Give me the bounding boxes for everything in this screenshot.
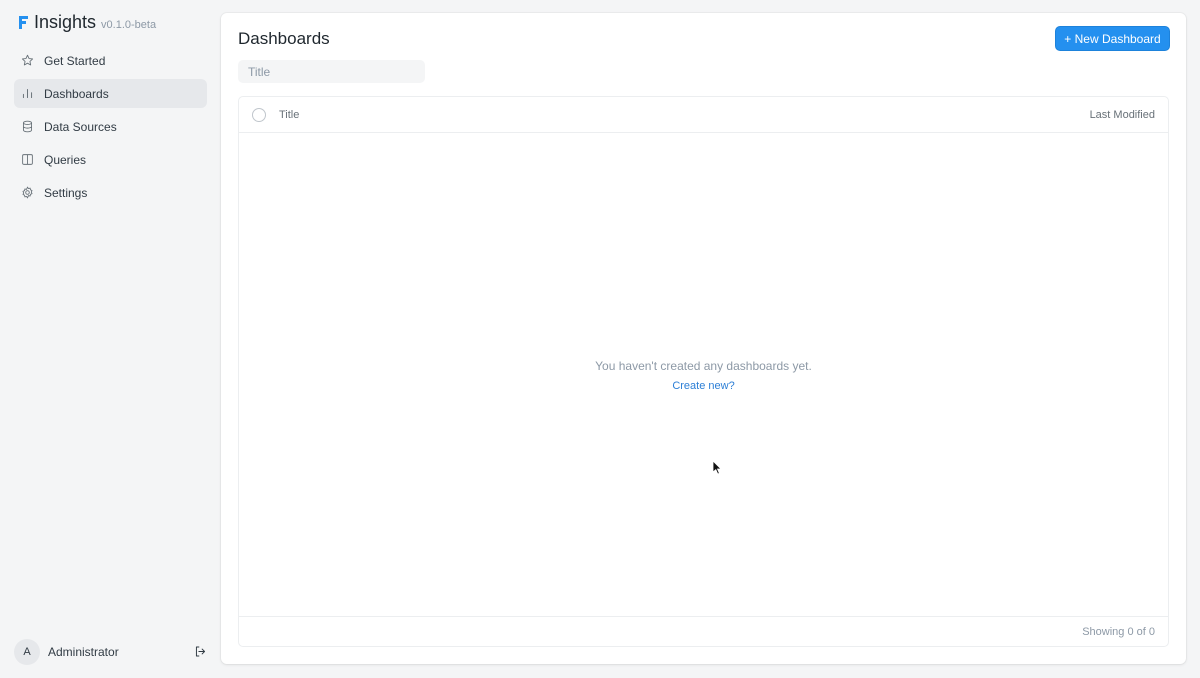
brand-version: v0.1.0-beta <box>101 19 157 31</box>
sidebar-item-label: Dashboards <box>44 86 109 101</box>
sidebar-item-label: Data Sources <box>44 119 117 134</box>
main-panel: Dashboards + New Dashboard Title Last Mo… <box>221 13 1186 664</box>
user-name: Administrator <box>48 644 119 659</box>
table-footer: Showing 0 of 0 <box>239 616 1168 646</box>
column-header-last-modified[interactable]: Last Modified <box>1090 109 1155 121</box>
star-icon <box>21 54 34 67</box>
brand[interactable]: Insights v0.1.0-beta <box>19 12 156 33</box>
create-new-link[interactable]: Create new? <box>672 380 734 392</box>
select-all-checkbox[interactable] <box>252 107 266 122</box>
sidebar-item-label: Get Started <box>44 53 106 68</box>
mouse-cursor-icon <box>712 460 722 475</box>
brand-name: Insights <box>34 12 97 32</box>
database-icon <box>21 120 34 133</box>
user-menu[interactable]: A Administrator <box>14 638 207 665</box>
sidebar-item-data-sources[interactable]: Data Sources <box>14 112 207 141</box>
page-title: Dashboards <box>238 29 330 48</box>
logout-icon[interactable] <box>193 645 207 659</box>
row-count: Showing 0 of 0 <box>1082 625 1155 638</box>
table-header: Title Last Modified <box>239 97 1168 133</box>
empty-state: You haven't created any dashboards yet. … <box>239 359 1168 394</box>
sidebar-item-queries[interactable]: Queries <box>14 145 207 174</box>
avatar[interactable]: A <box>14 638 40 665</box>
sidebar-item-label: Queries <box>44 152 87 167</box>
column-header-title[interactable]: Title <box>279 109 1090 121</box>
bar-chart-icon <box>21 87 34 100</box>
sidebar-item-label: Settings <box>44 185 88 200</box>
insights-logo-icon <box>19 16 28 29</box>
title-filter-input[interactable] <box>238 60 425 83</box>
gear-icon <box>21 186 34 199</box>
sidebar-item-settings[interactable]: Settings <box>14 178 207 207</box>
sidebar-item-get-started[interactable]: Get Started <box>14 46 207 75</box>
dashboards-table: Title Last Modified You haven't created … <box>238 96 1169 647</box>
sidebar-item-dashboards[interactable]: Dashboards <box>14 79 207 108</box>
sidebar: Insights v0.1.0-beta Get Started Dashboa… <box>0 0 220 678</box>
empty-message: You haven't created any dashboards yet. <box>595 359 812 373</box>
sidebar-nav: Get Started Dashboards Data Sources Quer… <box>14 46 207 211</box>
columns-icon <box>21 153 34 166</box>
new-dashboard-button[interactable]: + New Dashboard <box>1055 26 1170 51</box>
